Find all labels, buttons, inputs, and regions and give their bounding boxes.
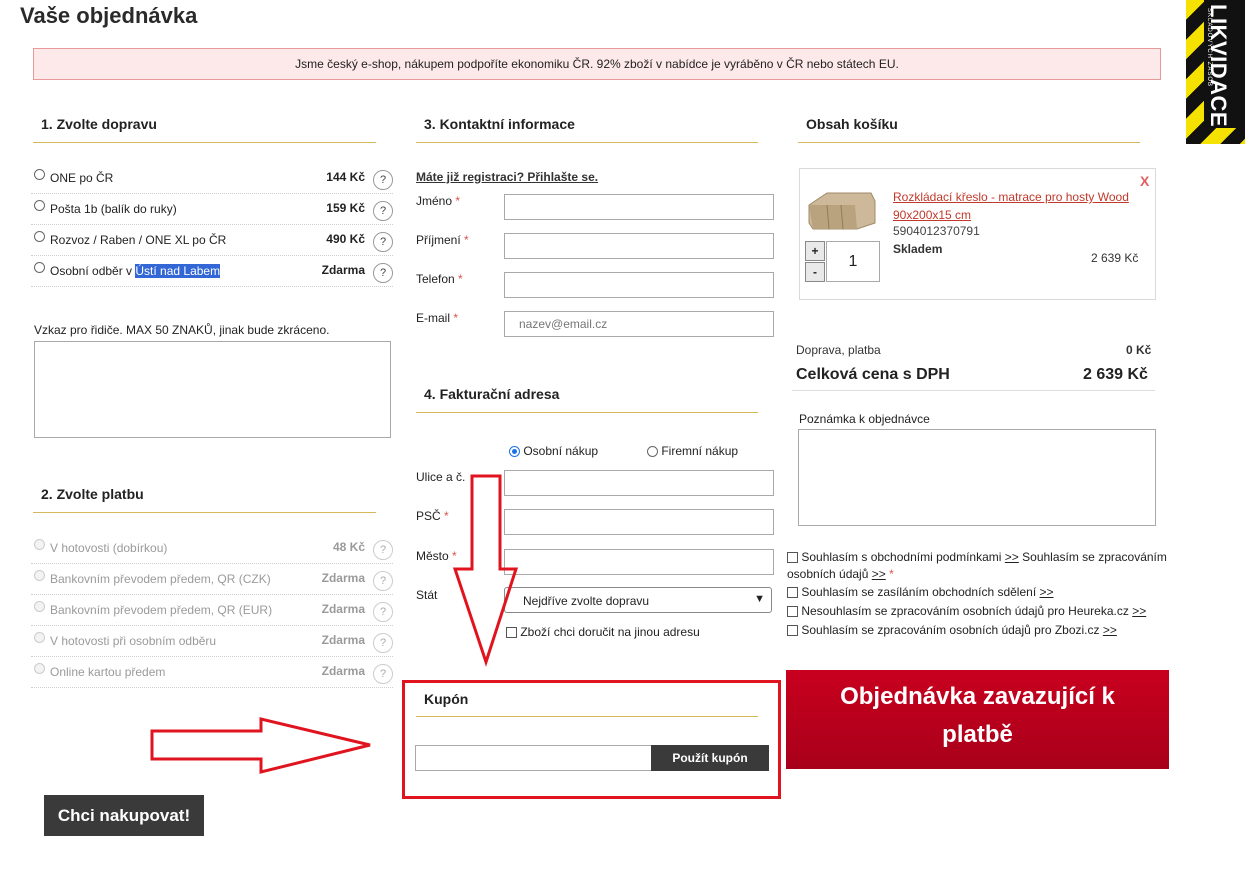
quantity-minus-button[interactable]: - <box>805 262 825 282</box>
zbozi-checkbox[interactable] <box>787 625 798 637</box>
product-name-link[interactable]: Rozkládací křeslo - matrace pro hosty Wo… <box>893 188 1139 224</box>
submit-order-button[interactable]: Objednávka zavazující k platbě <box>786 670 1169 769</box>
cart-title: Obsah košíku <box>806 116 898 132</box>
consent-zbozi: Souhlasím se zpracováním osobních údajů … <box>787 623 1117 637</box>
quantity-input[interactable]: 1 <box>826 241 880 282</box>
gdpr-required: * <box>889 567 894 581</box>
shipping-summary-value: 0 Kč <box>1126 343 1152 357</box>
terms-checkbox[interactable] <box>787 552 798 564</box>
zbozi-label: Souhlasím se zpracováním osobních údajů … <box>801 623 1100 637</box>
product-price: 2 639 Kč <box>1091 251 1139 265</box>
gdpr-link[interactable]: >> <box>872 567 886 581</box>
zbozi-link[interactable]: >> <box>1103 623 1117 637</box>
product-image[interactable] <box>807 183 879 231</box>
availability-status: Skladem <box>893 242 943 256</box>
total-label: Celková cena s DPH <box>796 366 950 383</box>
down-arrow-icon <box>452 474 519 667</box>
consent-terms: Souhlasím s obchodními podmínkami >> Sou… <box>787 549 1172 583</box>
heureka-link[interactable]: >> <box>1132 604 1146 618</box>
heureka-label: Nesouhlasím se zpracováním osobních údaj… <box>801 604 1129 618</box>
total-divider <box>792 390 1155 391</box>
newsletter-checkbox[interactable] <box>787 587 798 599</box>
terms-link[interactable]: >> <box>1005 550 1019 564</box>
cart-item: Rozkládací křeslo - matrace pro hosty Wo… <box>799 168 1156 300</box>
order-note-label: Poznámka k objednávce <box>799 412 930 426</box>
total-value: 2 639 Kč <box>1083 366 1148 383</box>
consent-heureka: Nesouhlasím se zpracováním osobních údaj… <box>787 604 1146 618</box>
right-arrow-icon <box>150 717 371 774</box>
heureka-checkbox[interactable] <box>787 606 798 618</box>
submit-order-line1: Objednávka zavazující k <box>840 683 1115 710</box>
quantity-plus-button[interactable]: + <box>805 241 825 261</box>
newsletter-link[interactable]: >> <box>1040 585 1054 599</box>
consent-newsletter: Souhlasím se zasíláním obchodních sdělen… <box>787 585 1054 599</box>
product-code: 5904012370791 <box>893 224 980 238</box>
cart-divider <box>798 142 1140 143</box>
newsletter-label: Souhlasím se zasíláním obchodních sdělen… <box>801 585 1037 599</box>
remove-item-icon[interactable]: X <box>1140 173 1149 189</box>
submit-order-line2: platbě <box>942 721 1013 748</box>
order-note-textarea[interactable] <box>798 429 1156 526</box>
shipping-summary-label: Doprava, platba <box>796 343 881 357</box>
terms-label: Souhlasím s obchodními podmínkami <box>801 550 1002 564</box>
